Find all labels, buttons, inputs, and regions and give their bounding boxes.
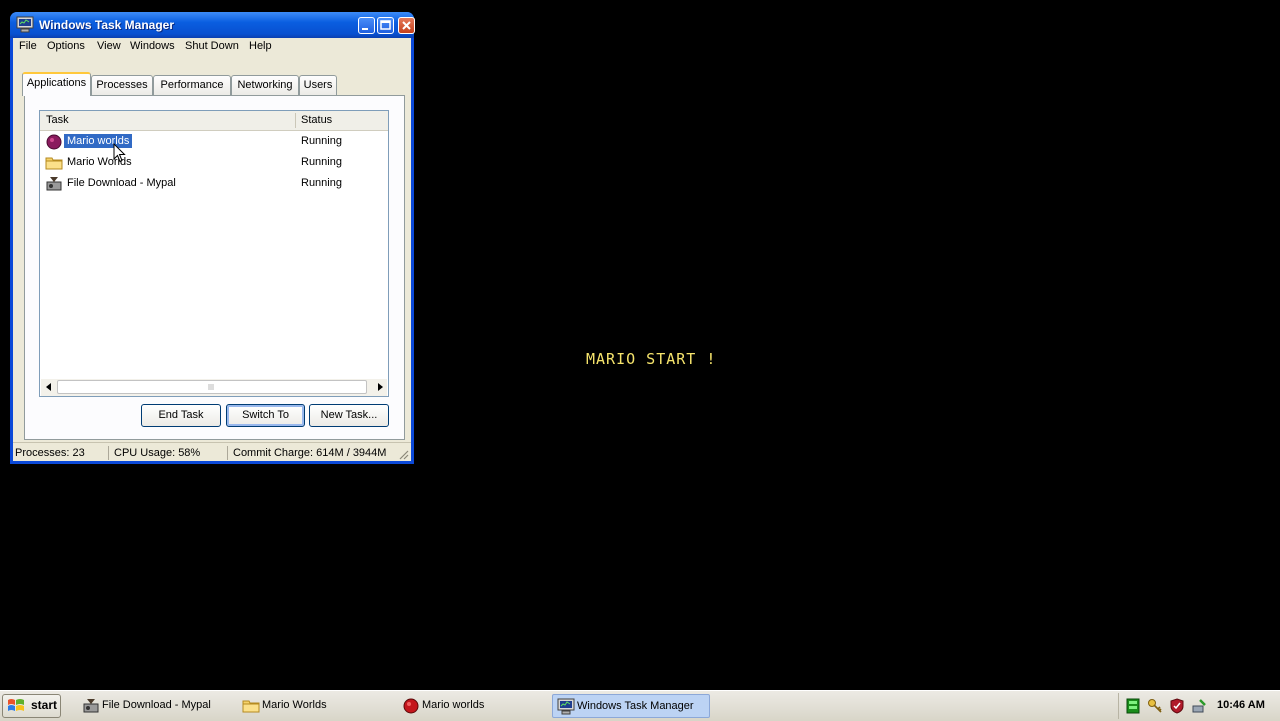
menu-shut-down[interactable]: Shut Down (185, 40, 239, 52)
taskbar-item-label: Mario worlds (422, 699, 485, 711)
tab-users[interactable]: Users (299, 75, 337, 95)
menu-bar: File Options View Windows Shut Down Help (13, 38, 411, 56)
column-header-task[interactable]: Task (46, 114, 69, 126)
list-header: Task Status (40, 111, 388, 131)
horizontal-scrollbar[interactable] (41, 379, 387, 396)
taskbar-item-task-manager[interactable]: Windows Task Manager (552, 694, 710, 718)
window-client-area: File Options View Windows Shut Down Help… (13, 38, 411, 461)
safely-remove-hardware-icon[interactable] (1191, 698, 1207, 714)
status-commit-charge: Commit Charge: 614M / 3944M (233, 447, 387, 459)
task-manager-icon (557, 698, 575, 716)
list-item[interactable]: Mario worlds Running (40, 132, 388, 152)
window-title: Windows Task Manager (39, 18, 175, 32)
key-icon[interactable] (1147, 698, 1163, 714)
resize-grip-icon[interactable] (397, 448, 409, 463)
maximize-button[interactable] (377, 17, 394, 34)
task-status: Running (301, 177, 342, 189)
title-bar[interactable]: Windows Task Manager (10, 12, 415, 38)
shield-icon[interactable] (1169, 698, 1185, 714)
status-bar: Processes: 23 CPU Usage: 58% Commit Char… (13, 442, 411, 462)
task-status: Running (301, 135, 342, 147)
close-button[interactable] (398, 17, 415, 34)
system-tray: 10:46 AM (1118, 693, 1280, 719)
taskbar-item-mario-worlds-folder[interactable]: Mario Worlds (238, 694, 396, 718)
task-manager-icon (16, 16, 34, 33)
start-button[interactable]: start (2, 694, 61, 718)
menu-help[interactable]: Help (249, 40, 272, 52)
download-icon (45, 175, 63, 193)
network-monitor-icon[interactable] (1125, 698, 1141, 714)
end-task-button[interactable]: End Task (141, 404, 221, 427)
taskbar-item-mario-worlds-game[interactable]: Mario worlds (398, 694, 556, 718)
tab-networking[interactable]: Networking (231, 75, 299, 95)
tab-applications[interactable]: Applications (22, 72, 91, 96)
mouse-cursor-icon (113, 142, 127, 163)
folder-icon (45, 154, 63, 172)
scroll-right-arrow-icon[interactable] (375, 382, 385, 395)
scroll-left-arrow-icon[interactable] (44, 382, 54, 395)
menu-view[interactable]: View (97, 40, 121, 52)
status-separator (108, 446, 109, 460)
menu-options[interactable]: Options (47, 40, 85, 52)
status-processes: Processes: 23 (15, 447, 85, 459)
mario-icon (402, 697, 420, 715)
taskbar-item-label: File Download - Mypal (102, 699, 211, 711)
mario-icon (45, 133, 63, 151)
taskbar: start File Download - Mypal Mario Worlds (0, 690, 1280, 721)
clock[interactable]: 10:46 AM (1217, 699, 1265, 711)
scrollbar-thumb[interactable] (57, 380, 367, 394)
new-task-button[interactable]: New Task... (309, 404, 389, 427)
column-divider[interactable] (295, 113, 296, 128)
start-label: start (31, 698, 58, 712)
tab-processes[interactable]: Processes (91, 75, 153, 95)
task-list[interactable]: Task Status Mario worlds Running Mario W… (39, 110, 389, 397)
task-manager-window: Windows Task Manager File Options View W… (10, 12, 415, 464)
status-cpu-usage: CPU Usage: 58% (114, 447, 201, 459)
folder-icon (242, 697, 260, 715)
taskbar-item-label: Windows Task Manager (577, 700, 694, 712)
tab-performance[interactable]: Performance (153, 75, 231, 95)
taskbar-item-label: Mario Worlds (262, 699, 327, 711)
game-start-text: MARIO START ! (586, 350, 717, 368)
list-item[interactable]: File Download - Mypal Running (40, 174, 388, 194)
desktop: MARIO START ! Windows Task Manager File … (0, 0, 1280, 721)
windows-logo-icon (7, 698, 25, 714)
task-status: Running (301, 156, 342, 168)
taskbar-item-file-download[interactable]: File Download - Mypal (78, 694, 236, 718)
minimize-button[interactable] (358, 17, 375, 34)
menu-file[interactable]: File (19, 40, 37, 52)
download-icon (82, 697, 100, 715)
column-header-status[interactable]: Status (301, 114, 332, 126)
switch-to-button[interactable]: Switch To (226, 404, 305, 427)
list-item[interactable]: Mario Worlds Running (40, 153, 388, 173)
status-separator (227, 446, 228, 460)
menu-windows[interactable]: Windows (130, 40, 175, 52)
task-name: File Download - Mypal (67, 177, 176, 189)
